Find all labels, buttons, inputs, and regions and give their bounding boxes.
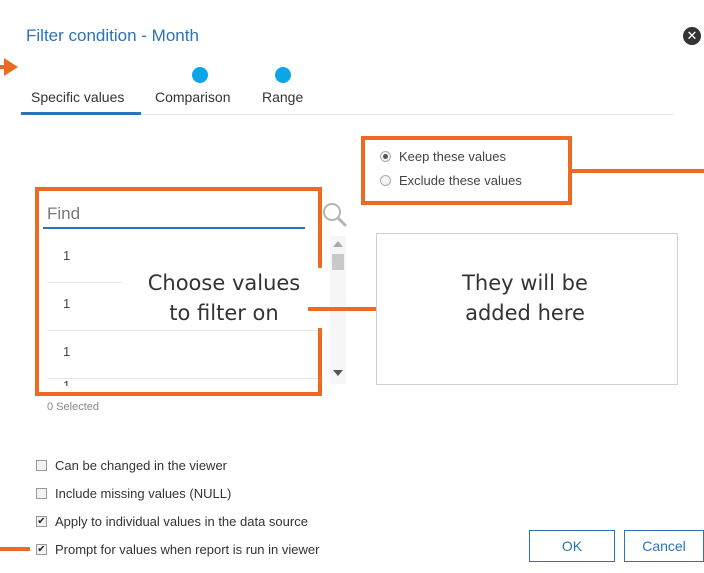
option-label: Prompt for values when report is run in …: [55, 542, 320, 557]
option-prompt-for-values[interactable]: ✔ Prompt for values when report is run i…: [36, 542, 319, 557]
option-changeable-in-viewer[interactable]: Can be changed in the viewer: [36, 458, 227, 473]
scroll-up-icon[interactable]: [333, 241, 343, 247]
close-icon[interactable]: ✕: [683, 27, 701, 45]
option-apply-individual[interactable]: ✔ Apply to individual values in the data…: [36, 514, 308, 529]
selected-count: 0 Selected: [47, 401, 99, 413]
annotation-arrow-head: [4, 58, 18, 76]
tab-range[interactable]: Range: [262, 89, 303, 105]
active-tab-indicator: [21, 112, 141, 115]
scroll-down-icon[interactable]: [333, 370, 343, 376]
checkbox-checked-icon[interactable]: ✔: [36, 516, 47, 527]
radio-selected-icon[interactable]: [380, 151, 391, 162]
mode-annotation-line: [572, 169, 704, 173]
cancel-button[interactable]: Cancel: [624, 530, 704, 562]
mode-highlight-box: [361, 136, 572, 205]
right-callout: They will be added here: [420, 268, 630, 330]
radio-exclude-label: Exclude these values: [399, 173, 522, 188]
search-icon[interactable]: [322, 202, 348, 228]
radio-keep-label: Keep these values: [399, 149, 506, 164]
checkbox-checked-icon[interactable]: ✔: [36, 544, 47, 555]
option-label: Can be changed in the viewer: [55, 458, 228, 473]
radio-keep-values[interactable]: Keep these values: [380, 149, 506, 164]
option-include-missing[interactable]: Include missing values (NULL): [36, 486, 231, 501]
option-label: Include missing values (NULL): [55, 486, 232, 501]
ok-button[interactable]: OK: [529, 530, 615, 562]
tab-comparison[interactable]: Comparison: [155, 89, 230, 105]
option-label: Apply to individual values in the data s…: [55, 514, 308, 529]
radio-exclude-values[interactable]: Exclude these values: [380, 173, 522, 188]
tab-specific-values[interactable]: Specific values: [31, 89, 124, 105]
prompt-annotation-line: [0, 547, 30, 551]
tab-marker-dot: [192, 67, 208, 83]
checkbox-unchecked-icon[interactable]: [36, 460, 47, 471]
checkbox-unchecked-icon[interactable]: [36, 488, 47, 499]
radio-unselected-icon[interactable]: [380, 175, 391, 186]
tab-marker-dot: [275, 67, 291, 83]
dialog-title: Filter condition - Month: [26, 26, 199, 45]
left-callout: Choose values to filter on: [122, 268, 326, 328]
tab-divider: [141, 114, 674, 115]
scroll-thumb[interactable]: [332, 254, 344, 270]
